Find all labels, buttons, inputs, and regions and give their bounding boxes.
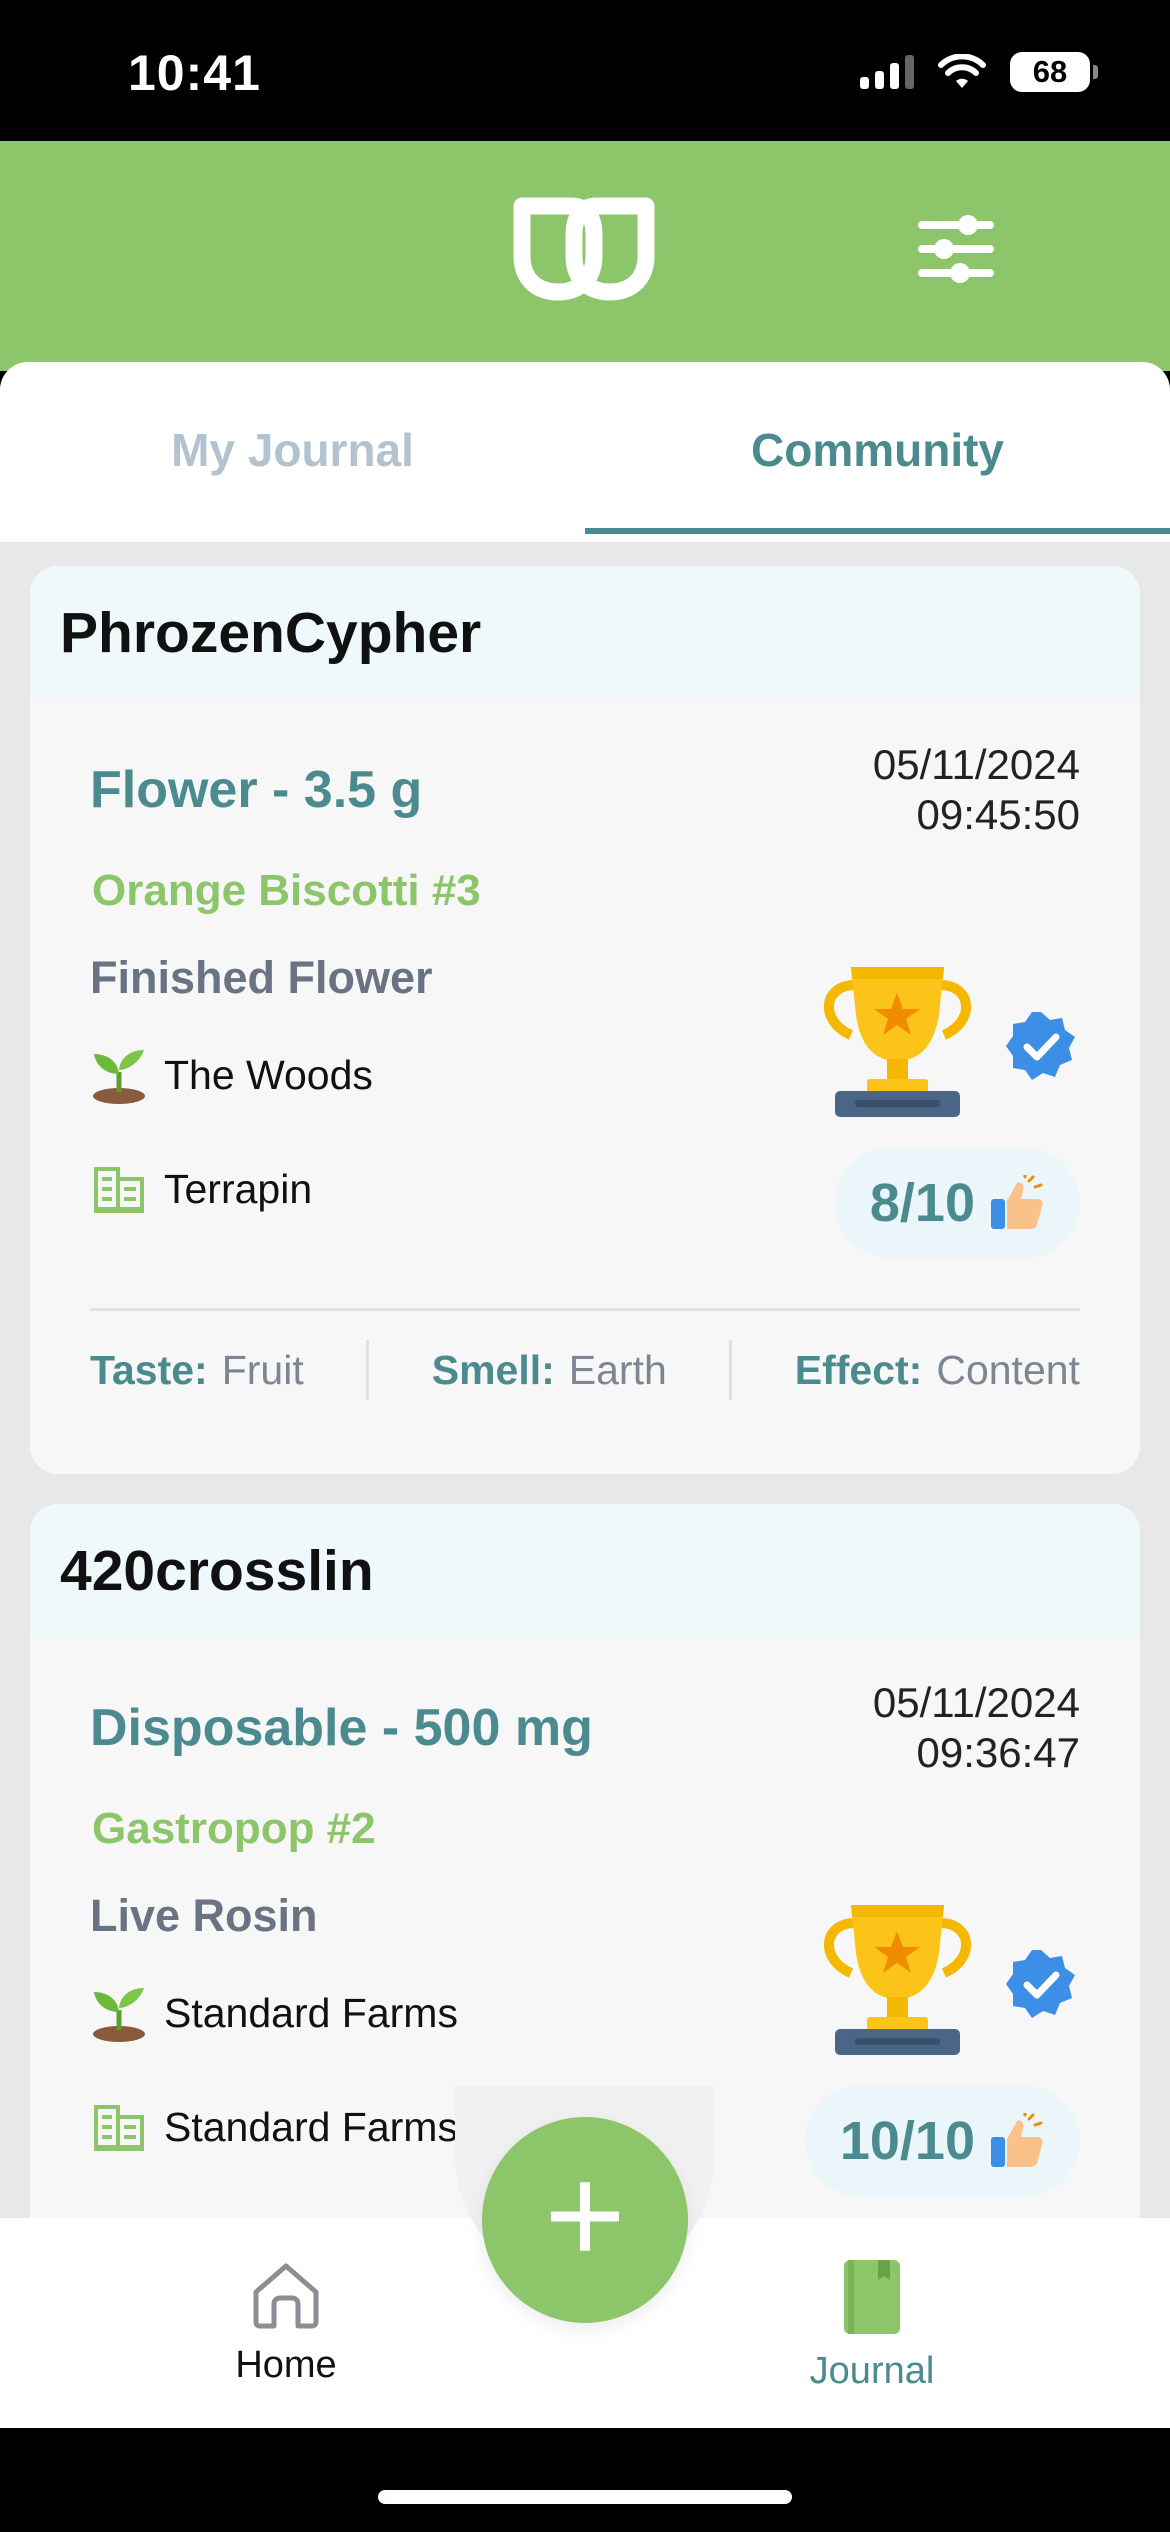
verified-badge-icon xyxy=(1006,1950,1075,2018)
nav-journal-label: Journal xyxy=(809,2350,935,2392)
home-icon xyxy=(253,2263,319,2329)
status-time: 10:41 xyxy=(128,45,261,101)
entry-time: 09:36:47 xyxy=(916,1729,1081,1776)
app-header xyxy=(0,141,1170,371)
app-logo-icon xyxy=(513,197,655,301)
entry-product-type: Finished Flower xyxy=(90,952,433,1003)
plus-icon: + xyxy=(544,2136,626,2293)
building-icon xyxy=(90,1160,148,1218)
rating-pill: 10/10 xyxy=(804,2086,1080,2196)
nav-journal[interactable]: Journal xyxy=(752,2258,992,2393)
home-indicator[interactable] xyxy=(378,2490,792,2504)
entry-product: Disposable - 500 mg xyxy=(90,1699,593,1757)
content-panel: My Journal Community PhrozenCypher Flowe… xyxy=(0,362,1170,2222)
rating-value: 10/10 xyxy=(839,2111,975,2171)
taste-note: Taste: Fruit xyxy=(90,1346,304,1393)
tab-community[interactable]: Community xyxy=(585,362,1170,538)
tab-my-journal[interactable]: My Journal xyxy=(0,362,585,538)
entry-brand: Standard Farms xyxy=(164,2103,458,2150)
notes-separator xyxy=(729,1340,733,1400)
rating-value: 8/10 xyxy=(869,1173,975,1233)
entry-product-type: Live Rosin xyxy=(90,1890,318,1941)
thumbs-up-icon xyxy=(991,2113,1043,2167)
entry-grower-row: The Woods xyxy=(90,1046,373,1104)
rating-pill: 8/10 xyxy=(834,1148,1080,1258)
entry-datetime: 05/11/2024 09:36:47 xyxy=(873,1678,1080,1778)
trophy-icon xyxy=(823,967,972,1117)
building-icon xyxy=(90,2098,148,2156)
effect-note: Effect: Content xyxy=(794,1346,1080,1393)
sprout-icon xyxy=(90,1984,148,2042)
thumbs-up-icon xyxy=(991,1175,1043,1229)
card-divider xyxy=(90,1308,1080,1311)
entry-username[interactable]: 420crosslin xyxy=(30,1504,1140,1638)
entry-date: 05/11/2024 xyxy=(872,1679,1080,1726)
tab-bar: My Journal Community xyxy=(0,362,1170,542)
smell-note: Smell: Earth xyxy=(431,1346,667,1393)
wifi-icon xyxy=(938,54,986,88)
entry-product: Flower - 3.5 g xyxy=(90,761,423,819)
nav-home-label: Home xyxy=(235,2344,337,2386)
entry-brand-row: Terrapin xyxy=(90,1160,312,1218)
entry-brand-row: Standard Farms xyxy=(90,2098,458,2156)
status-icons: 68 xyxy=(860,52,1098,92)
journal-icon xyxy=(844,2260,900,2334)
battery-icon: 68 xyxy=(1010,52,1098,92)
journal-entry-card[interactable]: PhrozenCypher Flower - 3.5 g 05/11/2024 … xyxy=(30,566,1140,1474)
entry-body: Flower - 3.5 g 05/11/2024 09:45:50 Orang… xyxy=(30,700,1140,1474)
entry-strain: Orange Biscotti #3 xyxy=(92,866,481,915)
notes-separator xyxy=(366,1340,370,1400)
verified-badge-icon xyxy=(1006,1012,1075,1080)
add-entry-button[interactable]: + xyxy=(482,2117,688,2323)
entry-brand: Terrapin xyxy=(164,1165,313,1212)
tasting-notes: Taste: Fruit Smell: Earth Effect: Conten… xyxy=(90,1340,1080,1400)
nav-home[interactable]: Home xyxy=(166,2258,406,2387)
sprout-icon xyxy=(90,1046,148,1104)
entry-time: 09:45:50 xyxy=(916,791,1081,838)
entry-grower: The Woods xyxy=(164,1051,373,1098)
entry-username[interactable]: PhrozenCypher xyxy=(30,566,1140,700)
entry-date: 05/11/2024 xyxy=(872,741,1080,788)
entry-datetime: 05/11/2024 09:45:50 xyxy=(873,740,1080,840)
active-tab-indicator xyxy=(585,528,1170,534)
cellular-signal-icon xyxy=(860,55,914,89)
trophy-icon xyxy=(823,1905,972,2055)
filter-sliders-icon[interactable] xyxy=(916,211,996,287)
entry-grower: Standard Farms xyxy=(164,1989,458,2036)
entry-strain: Gastropop #2 xyxy=(92,1804,376,1853)
system-home-area xyxy=(0,2428,1170,2532)
status-bar: 10:41 68 xyxy=(0,0,1170,141)
entry-grower-row: Standard Farms xyxy=(90,1984,458,2042)
